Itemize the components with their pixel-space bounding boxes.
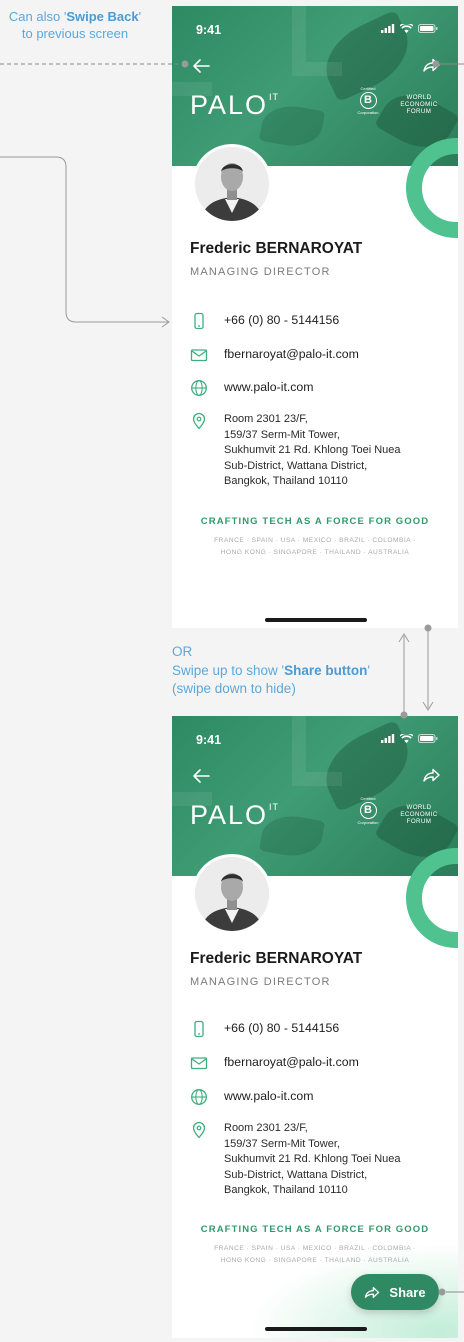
email-row[interactable]: fbernaroyat@palo-it.com	[190, 1054, 359, 1072]
share-button[interactable]: Share	[351, 1274, 439, 1310]
profile-title: MANAGING DIRECTOR	[190, 266, 331, 278]
email-address: fbernaroyat@palo-it.com	[224, 347, 359, 361]
website-row[interactable]: www.palo-it.com	[190, 379, 314, 397]
profile-photo	[195, 857, 269, 931]
address-line: Sukhumvit 21 Rd. Khlong Toei Nuea	[224, 444, 401, 456]
tagline: CRAFTING TECH AS A FORCE FOR GOOD	[200, 516, 430, 527]
swipe-back-annotation: Can also 'Swipe Back' to previous screen	[0, 8, 150, 42]
annotation-text: OR	[172, 644, 193, 659]
phone-row[interactable]: +66 (0) 80 - 5144156	[190, 312, 339, 330]
mail-icon	[190, 1057, 208, 1070]
address-line: Sukhumvit 21 Rd. Khlong Toei Nuea	[224, 1153, 401, 1165]
hero-banner: 9:41 PALOIT Certified B Corporation WORL…	[172, 716, 458, 876]
website-url: www.palo-it.com	[224, 1089, 314, 1103]
profile-name: Frederic BERNAROYAT	[190, 950, 363, 967]
signal-icon	[381, 24, 395, 33]
share-icon[interactable]	[422, 56, 440, 74]
address-line: Room 2301 23/F,	[224, 413, 308, 425]
address-line: 159/37 Serm-Mit Tower,	[224, 428, 340, 441]
arrow-head	[161, 316, 170, 328]
email-address: fbernaroyat@palo-it.com	[224, 1055, 359, 1069]
b-corp-logo: Certified B Corporation	[357, 86, 379, 115]
status-bar: 9:41	[172, 716, 458, 760]
share-button-label: Share	[389, 1284, 426, 1300]
back-arrow-icon[interactable]	[192, 768, 210, 784]
arrow-head	[398, 633, 410, 643]
elbow-connector	[0, 156, 168, 323]
avatar	[192, 854, 272, 934]
home-indicator[interactable]	[265, 618, 367, 622]
annotation-emphasis: Swipe Back	[66, 9, 139, 24]
annotation-text: (swipe down to hide)	[172, 681, 296, 696]
battery-icon	[418, 734, 438, 743]
home-indicator[interactable]	[265, 1327, 367, 1331]
swipe-up-annotation: OR Swipe up to show 'Share button' (swip…	[172, 643, 412, 699]
tagline: CRAFTING TECH AS A FORCE FOR GOOD	[200, 1224, 430, 1235]
annotation-text: Can also '	[8, 9, 67, 24]
b-corp-logo: Certified B Corporation	[357, 796, 379, 825]
website-url: www.palo-it.com	[224, 380, 314, 394]
phone-row[interactable]: +66 (0) 80 - 5144156	[190, 1020, 339, 1038]
avatar	[192, 144, 272, 224]
address-row[interactable]: Room 2301 23/F, 159/37 Serm-Mit Tower, S…	[190, 1121, 401, 1199]
back-arrow-icon[interactable]	[192, 58, 210, 74]
address-line: Bangkok, Thailand 10110	[224, 475, 348, 487]
address-line: Room 2301 23/F,	[224, 1122, 308, 1134]
status-time: 9:41	[196, 23, 222, 37]
arrow-head	[422, 701, 434, 711]
palo-it-logo: PALOIT	[190, 90, 280, 120]
phone-icon	[194, 312, 204, 330]
mail-icon	[190, 349, 208, 362]
hero-banner: 9:41 PALOIT Certified B Corporation WORL…	[172, 6, 458, 166]
address-line: Sub-District, Wattana District,	[224, 1168, 368, 1181]
address-row[interactable]: Room 2301 23/F, 159/37 Serm-Mit Tower, S…	[190, 412, 401, 490]
globe-icon	[191, 1089, 207, 1105]
address-line: 159/37 Serm-Mit Tower,	[224, 1137, 340, 1150]
address-line: Sub-District, Wattana District,	[224, 459, 368, 472]
location-pin-icon	[192, 412, 206, 430]
address-line: Bangkok, Thailand 10110	[224, 1184, 348, 1196]
phone-icon	[194, 1020, 204, 1038]
wef-logo: WORLD ECONOMIC FORUM	[400, 804, 438, 825]
palo-it-logo: PALOIT	[190, 800, 280, 830]
email-row[interactable]: fbernaroyat@palo-it.com	[190, 346, 359, 364]
wifi-icon	[400, 734, 413, 743]
business-card-screen-share: 9:41 PALOIT Certified B Corporation WORL…	[172, 716, 458, 1338]
share-icon	[365, 1286, 380, 1298]
phone-number: +66 (0) 80 - 5144156	[224, 1021, 340, 1035]
annotation-text: '	[138, 9, 142, 24]
phone-number: +66 (0) 80 - 5144156	[224, 313, 340, 327]
annotation-emphasis: Share button	[284, 662, 368, 678]
annotation-text: to previous screen	[21, 26, 129, 41]
website-row[interactable]: www.palo-it.com	[190, 1088, 314, 1106]
profile-title: MANAGING DIRECTOR	[190, 976, 331, 988]
business-card-screen: 9:41 PALOIT Certified B Corporation WORL…	[172, 6, 458, 628]
wifi-icon	[400, 24, 413, 33]
battery-icon	[418, 24, 438, 33]
globe-icon	[191, 380, 207, 396]
profile-name: Frederic BERNAROYAT	[190, 240, 363, 257]
location-pin-icon	[192, 1121, 206, 1139]
share-icon[interactable]	[422, 766, 440, 784]
countries-list: FRANCE · SPAIN · USA · MEXICO · BRAZIL ·…	[214, 537, 416, 556]
annotation-text: '	[367, 662, 370, 678]
annotation-text: Swipe up to show '	[172, 662, 285, 678]
wef-logo: WORLD ECONOMIC FORUM	[400, 94, 438, 115]
status-time: 9:41	[196, 733, 222, 747]
signal-icon	[381, 734, 395, 743]
status-bar: 9:41	[172, 6, 458, 50]
profile-photo	[195, 147, 269, 221]
